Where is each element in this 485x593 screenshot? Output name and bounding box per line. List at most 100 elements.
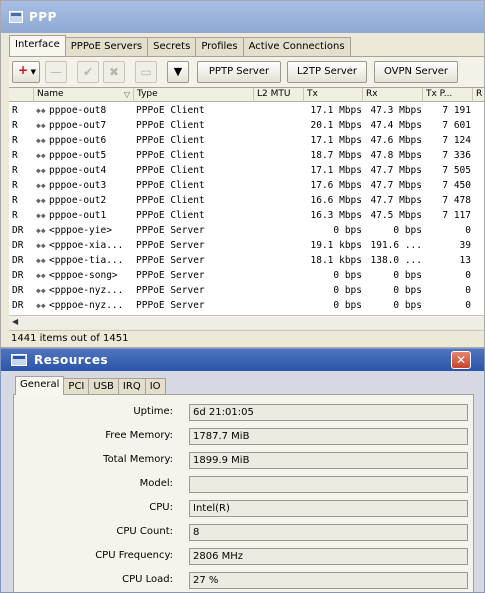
column-header-type[interactable]: Type (134, 88, 254, 102)
interface-link-icon: ◆◆ (36, 241, 46, 250)
interface-link-icon: ◆◆ (36, 151, 46, 160)
cell-rx: 0 bps (393, 300, 422, 311)
cell-type: PPPoE Server (136, 225, 205, 236)
cell-rx: 138.0 ... (370, 255, 422, 266)
add-button[interactable]: + ▼ (12, 61, 40, 83)
column-header-tx-packets[interactable]: Tx P... (423, 88, 473, 102)
resources-titlebar[interactable]: Resources ✕ (1, 349, 484, 371)
table-row[interactable]: ◆◆ DR <pppoe-xia... PPPoE Server 19.1 kbps 19… (9, 238, 484, 253)
ovpn-server-button[interactable]: OVPN Server (374, 61, 458, 83)
cell-tx: 17.6 Mbps (310, 180, 362, 191)
window-icon (11, 354, 27, 366)
column-header-flags[interactable] (9, 88, 34, 102)
column-header-l2mtu[interactable]: L2 MTU (254, 88, 304, 102)
tab-irq[interactable]: IRQ (117, 378, 146, 395)
cell-name: <pppoe-nyz... (49, 285, 124, 296)
enable-button[interactable]: ✔ (77, 61, 99, 83)
cell-tx: 0 bps (333, 270, 362, 281)
cell-type: PPPoE Server (136, 240, 205, 251)
cell-type: PPPoE Server (136, 300, 205, 311)
cell-rx: 0 bps (393, 270, 422, 281)
field-row: CPU: Intel(R) (14, 500, 473, 517)
comment-button[interactable]: ▭ (135, 61, 157, 83)
column-header-rx-packets[interactable]: R (473, 88, 484, 102)
cell-rx: 47.8 Mbps (370, 150, 422, 161)
field-value: 27 % (189, 572, 468, 589)
column-header-name[interactable]: Name ▽ (34, 88, 134, 102)
cell-type: PPPoE Client (136, 165, 205, 176)
table-row[interactable]: ◆◆ Rpppoe-out1 PPPoE Client 16.3 Mbps 47.5 M… (9, 208, 484, 223)
tab-secrets[interactable]: Secrets (147, 37, 197, 56)
column-header-tx[interactable]: Tx (304, 88, 363, 102)
cell-flag: DR (12, 300, 24, 311)
field-row: Total Memory: 1899.9 MiB (14, 452, 473, 469)
cell-name: pppoe-out7 (49, 120, 107, 131)
tab-interface[interactable]: Interface (9, 35, 66, 56)
table-row[interactable]: ◆◆ DR <pppoe-song> PPPoE Server 0 bps 0 bps 0 (9, 268, 484, 283)
cell-rx: 0 bps (393, 225, 422, 236)
table-row[interactable]: ◆◆ Rpppoe-out2 PPPoE Client 16.6 Mbps 47.7 M… (9, 193, 484, 208)
column-header-rx[interactable]: Rx (363, 88, 423, 102)
close-icon: ✕ (455, 353, 467, 367)
table-row[interactable]: ◆◆ Rpppoe-out8 PPPoE Client 17.1 Mbps 47.3 M… (9, 103, 484, 118)
horizontal-scrollbar[interactable]: ◀ (9, 315, 484, 329)
tab-pci[interactable]: PCI (63, 378, 90, 395)
tab-profiles[interactable]: Profiles (195, 37, 244, 56)
field-value: 1787.7 MiB (189, 428, 468, 445)
cell-txp: 7 336 (442, 150, 471, 161)
cell-name: <pppoe-tia... (49, 255, 124, 266)
table-row[interactable]: ◆◆ DR <pppoe-nyz... PPPoE Server 0 bps 0 bps 0 (9, 283, 484, 298)
tab-usb[interactable]: USB (88, 378, 119, 395)
field-label: CPU Load: (122, 574, 173, 585)
interface-table: Name ▽ Type L2 MTU Tx Rx Tx P... R ◆◆ Rpp… (9, 87, 484, 315)
table-row[interactable]: ◆◆ Rpppoe-out7 PPPoE Client 20.1 Mbps 47.4 M… (9, 118, 484, 133)
cell-tx: 17.1 Mbps (310, 105, 362, 116)
cell-flag: DR (12, 285, 24, 296)
window-icon (9, 11, 23, 23)
cell-txp: 0 (465, 225, 471, 236)
interface-link-icon: ◆◆ (36, 106, 46, 115)
field-value: 6d 21:01:05 (189, 404, 468, 421)
table-header: Name ▽ Type L2 MTU Tx Rx Tx P... R (9, 88, 484, 102)
cell-txp: 7 601 (442, 120, 471, 131)
tab-io[interactable]: IO (144, 378, 166, 395)
filter-button[interactable]: ▼ (167, 61, 189, 83)
check-icon: ✔ (82, 65, 94, 79)
table-row[interactable]: ◆◆ Rpppoe-out4 PPPoE Client 17.1 Mbps 47.7 M… (9, 163, 484, 178)
field-value: 2806 MHz (189, 548, 468, 565)
cell-type: PPPoE Server (136, 270, 205, 281)
tab-pppoe-servers[interactable]: PPPoE Servers (64, 37, 149, 56)
table-row[interactable]: ◆◆ Rpppoe-out6 PPPoE Client 17.1 Mbps 47.6 M… (9, 133, 484, 148)
cell-flag: R (12, 195, 18, 206)
table-row[interactable]: ◆◆ DR <pppoe-nyz... PPPoE Server 0 bps 0 bps 0 (9, 298, 484, 313)
ppp-window-title: PPP (29, 10, 57, 24)
disable-button[interactable]: ✖ (103, 61, 125, 83)
l2tp-server-button[interactable]: L2TP Server (287, 61, 367, 83)
tab-general[interactable]: General (15, 376, 65, 395)
table-row[interactable]: ◆◆ DR <pppoe-tia... PPPoE Server 18.1 kbps 13… (9, 253, 484, 268)
cell-type: PPPoE Server (136, 255, 205, 266)
ppp-titlebar[interactable]: PPP (1, 1, 484, 33)
resources-window-title: Resources (34, 353, 109, 367)
cell-name: <pppoe-nyz... (49, 300, 124, 311)
remove-button[interactable]: — (45, 61, 67, 83)
pptp-server-button[interactable]: PPTP Server (197, 61, 281, 83)
cell-flag: DR (12, 225, 24, 236)
table-row[interactable]: ◆◆ Rpppoe-out5 PPPoE Client 18.7 Mbps 47.8 M… (9, 148, 484, 163)
cell-rx: 191.6 ... (370, 240, 422, 251)
close-button[interactable]: ✕ (451, 351, 471, 369)
cell-txp: 0 (465, 300, 471, 311)
cell-name: pppoe-out2 (49, 195, 107, 206)
cell-type: PPPoE Server (136, 285, 205, 296)
cell-tx: 19.1 kbps (310, 240, 362, 251)
tab-active-connections[interactable]: Active Connections (242, 37, 351, 56)
table-row[interactable]: ◆◆ DR <pppoe-yie> PPPoE Server 0 bps 0 bps 0 (9, 223, 484, 238)
interface-link-icon: ◆◆ (36, 196, 46, 205)
cell-flag: R (12, 105, 18, 116)
table-row[interactable]: ◆◆ Rpppoe-out3 PPPoE Client 17.6 Mbps 47.7 M… (9, 178, 484, 193)
scroll-left-icon[interactable]: ◀ (12, 317, 18, 326)
field-row: CPU Frequency: 2806 MHz (14, 548, 473, 565)
field-value: 1899.9 MiB (189, 452, 468, 469)
comment-icon: ▭ (140, 65, 152, 79)
interface-link-icon: ◆◆ (36, 166, 46, 175)
